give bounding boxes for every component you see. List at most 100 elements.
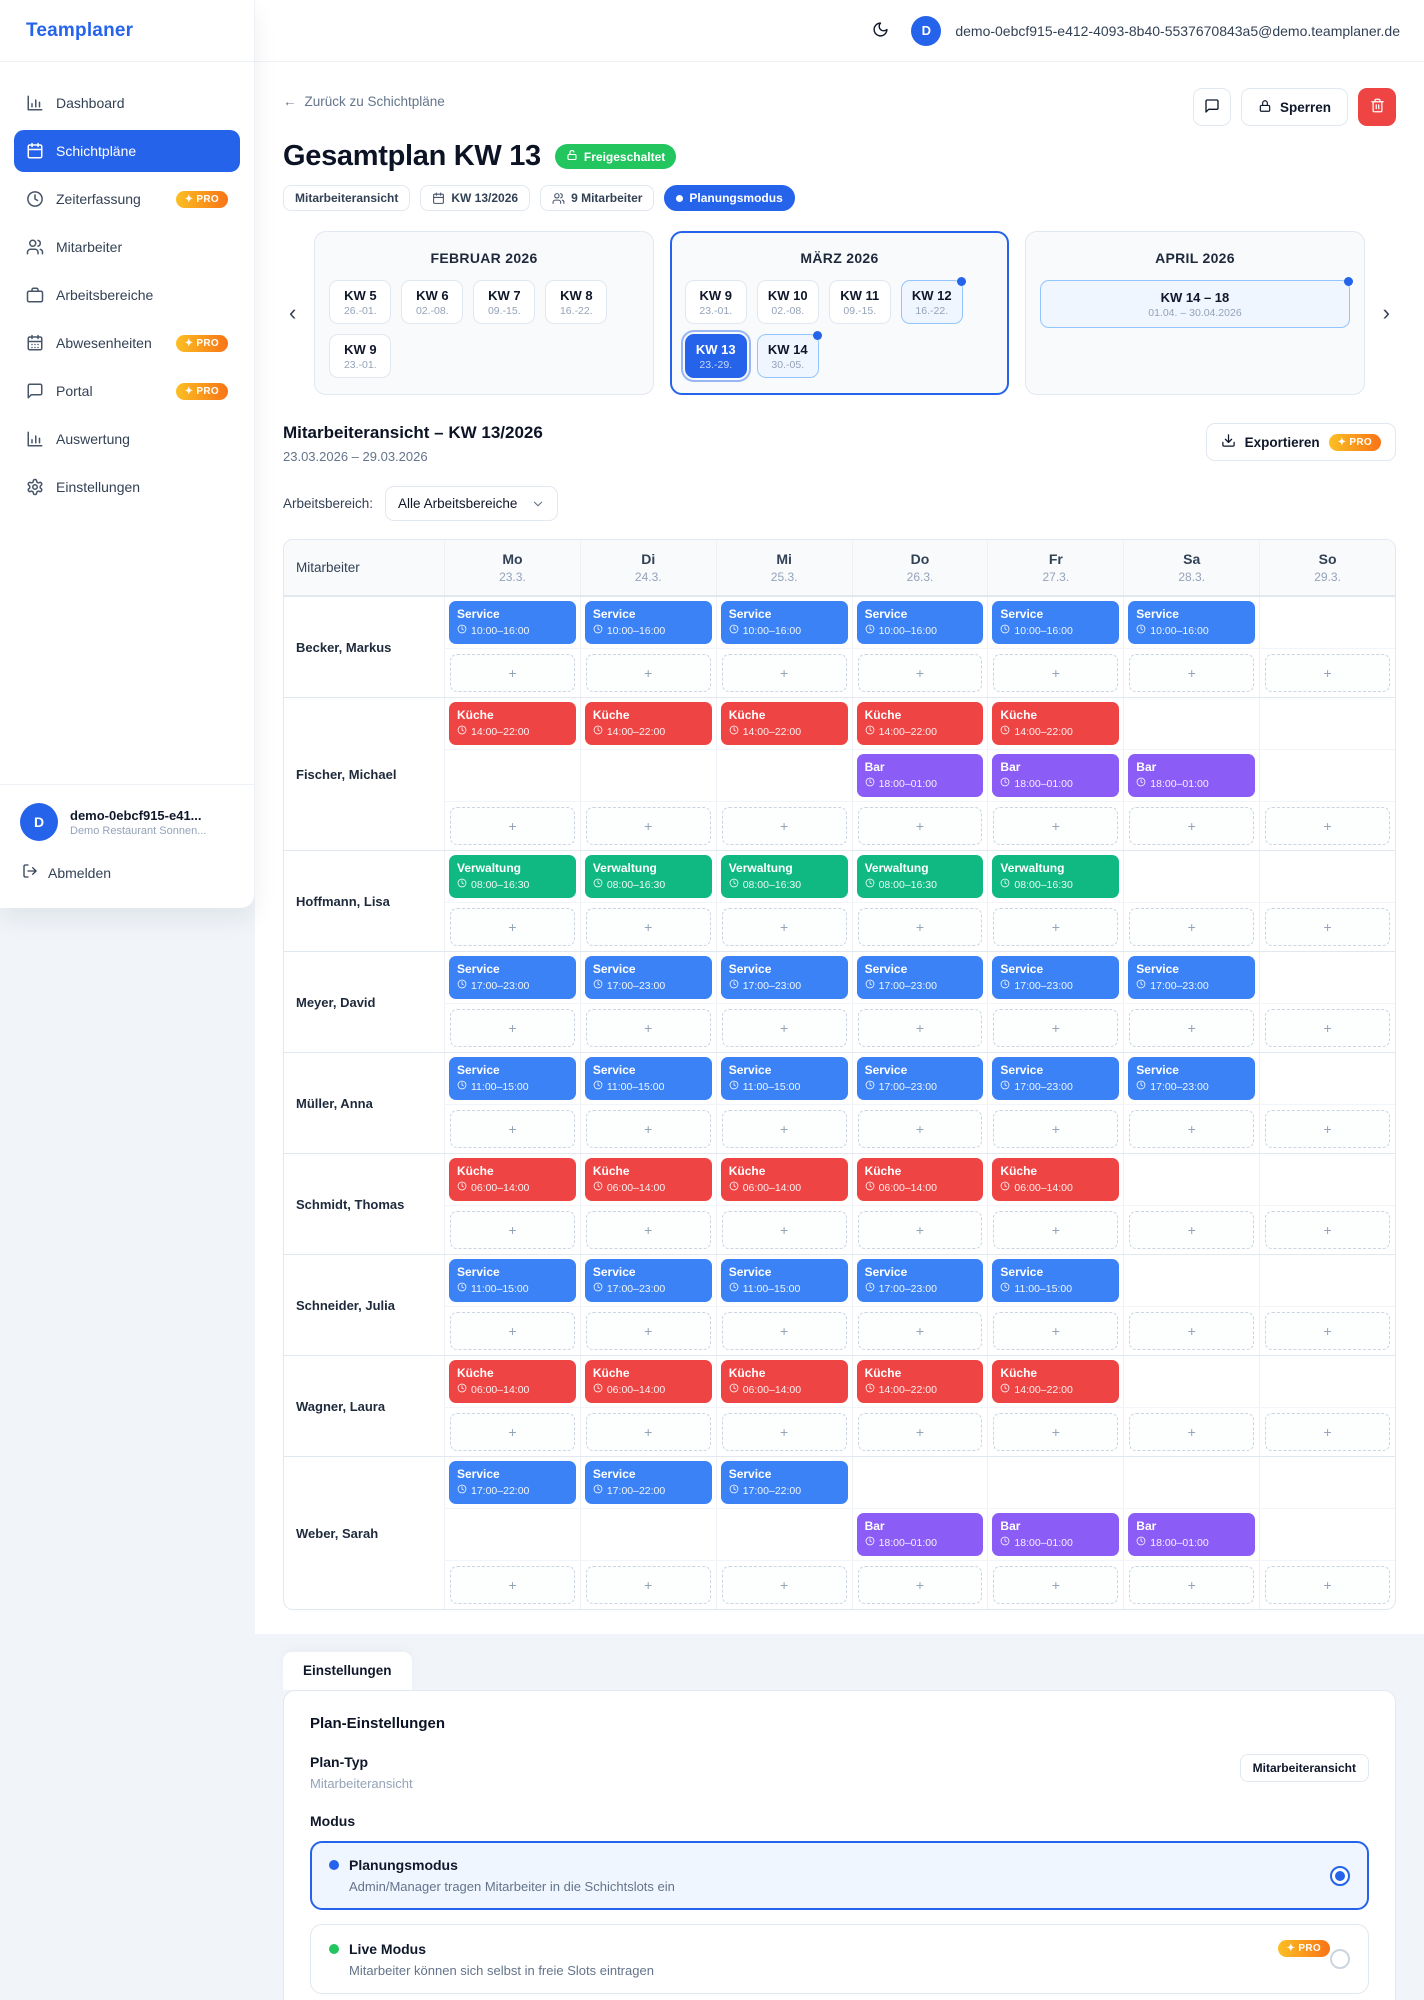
add-shift-slot[interactable]: + — [1265, 1009, 1390, 1047]
shift-chip[interactable]: Verwaltung08:00–16:30 — [857, 855, 984, 898]
sperren-button[interactable]: Sperren — [1241, 88, 1348, 126]
add-shift-slot[interactable]: + — [1265, 1211, 1390, 1249]
chat-button[interactable] — [1193, 88, 1231, 126]
add-shift-slot[interactable]: + — [722, 1413, 847, 1451]
add-shift-slot[interactable]: + — [858, 1312, 983, 1350]
shift-chip[interactable]: Küche06:00–14:00 — [721, 1158, 848, 1201]
shift-chip[interactable]: Küche14:00–22:00 — [992, 1360, 1119, 1403]
shift-chip[interactable]: Küche14:00–22:00 — [992, 702, 1119, 745]
add-shift-slot[interactable]: + — [993, 908, 1118, 946]
sidebar-item-arbeitsbereiche[interactable]: Arbeitsbereiche — [14, 274, 240, 316]
week-button[interactable]: KW 923.-01. — [329, 334, 391, 378]
add-shift-slot[interactable]: + — [993, 1009, 1118, 1047]
add-shift-slot[interactable]: + — [722, 654, 847, 692]
shift-chip[interactable]: Bar18:00–01:00 — [992, 1513, 1119, 1556]
shift-chip[interactable]: Verwaltung08:00–16:30 — [449, 855, 576, 898]
shift-chip[interactable]: Service10:00–16:00 — [992, 601, 1119, 644]
shift-chip[interactable]: Bar18:00–01:00 — [992, 754, 1119, 797]
sidebar-item-auswertung[interactable]: Auswertung — [14, 418, 240, 460]
shift-chip[interactable]: Service17:00–23:00 — [585, 1259, 712, 1302]
add-shift-slot[interactable]: + — [586, 1413, 711, 1451]
add-shift-slot[interactable]: + — [993, 1566, 1118, 1604]
week-button[interactable]: KW 1323.-29. — [685, 334, 747, 378]
add-shift-slot[interactable]: + — [993, 1312, 1118, 1350]
shift-chip[interactable]: Service17:00–23:00 — [721, 956, 848, 999]
shift-chip[interactable]: Verwaltung08:00–16:30 — [585, 855, 712, 898]
add-shift-slot[interactable]: + — [993, 654, 1118, 692]
shift-chip[interactable]: Küche06:00–14:00 — [449, 1360, 576, 1403]
add-shift-slot[interactable]: + — [858, 1009, 983, 1047]
add-shift-slot[interactable]: + — [1129, 1413, 1254, 1451]
shift-chip[interactable]: Service11:00–15:00 — [449, 1057, 576, 1100]
add-shift-slot[interactable]: + — [450, 1110, 575, 1148]
shift-chip[interactable]: Verwaltung08:00–16:30 — [992, 855, 1119, 898]
add-shift-slot[interactable]: + — [450, 908, 575, 946]
shift-chip[interactable]: Service17:00–23:00 — [857, 956, 984, 999]
shift-chip[interactable]: Küche06:00–14:00 — [585, 1158, 712, 1201]
logout-button[interactable]: Abmelden — [0, 849, 254, 908]
shift-chip[interactable]: Service17:00–23:00 — [585, 956, 712, 999]
week-button[interactable]: KW 526.-01. — [329, 280, 391, 324]
add-shift-slot[interactable]: + — [1265, 1413, 1390, 1451]
add-shift-slot[interactable]: + — [586, 1110, 711, 1148]
add-shift-slot[interactable]: + — [722, 1009, 847, 1047]
add-shift-slot[interactable]: + — [586, 1566, 711, 1604]
export-button[interactable]: Exportieren ✦ PRO — [1206, 423, 1396, 461]
sidebar-item-mitarbeiter[interactable]: Mitarbeiter — [14, 226, 240, 268]
add-shift-slot[interactable]: + — [722, 1211, 847, 1249]
mode-option-planungsmodus[interactable]: PlanungsmodusAdmin/Manager tragen Mitarb… — [310, 1841, 1369, 1910]
add-shift-slot[interactable]: + — [1265, 654, 1390, 692]
mode-option-live-modus[interactable]: Live Modus✦ PROMitarbeiter können sich s… — [310, 1924, 1369, 1994]
back-link[interactable]: ← Zurück zu Schichtpläne — [283, 88, 445, 109]
add-shift-slot[interactable]: + — [993, 1413, 1118, 1451]
shift-chip[interactable]: Bar18:00–01:00 — [857, 754, 984, 797]
shift-chip[interactable]: Küche14:00–22:00 — [449, 702, 576, 745]
sidebar-item-abwesenheiten[interactable]: Abwesenheiten✦ PRO — [14, 322, 240, 364]
add-shift-slot[interactable]: + — [1265, 908, 1390, 946]
week-button[interactable]: KW 14 – 1801.04. – 30.04.2026 — [1040, 280, 1349, 328]
shift-chip[interactable]: Service11:00–15:00 — [449, 1259, 576, 1302]
add-shift-slot[interactable]: + — [450, 1009, 575, 1047]
dark-mode-toggle[interactable] — [863, 14, 897, 48]
add-shift-slot[interactable]: + — [1129, 1009, 1254, 1047]
add-shift-slot[interactable]: + — [722, 807, 847, 845]
add-shift-slot[interactable]: + — [858, 1211, 983, 1249]
shift-chip[interactable]: Verwaltung08:00–16:30 — [721, 855, 848, 898]
shift-chip[interactable]: Küche06:00–14:00 — [449, 1158, 576, 1201]
shift-chip[interactable]: Küche06:00–14:00 — [857, 1158, 984, 1201]
add-shift-slot[interactable]: + — [1265, 1566, 1390, 1604]
add-shift-slot[interactable]: + — [1129, 1312, 1254, 1350]
add-shift-slot[interactable]: + — [1265, 1110, 1390, 1148]
shift-chip[interactable]: Service17:00–23:00 — [992, 956, 1119, 999]
shift-chip[interactable]: Service17:00–23:00 — [1128, 1057, 1255, 1100]
delete-button[interactable] — [1358, 88, 1396, 126]
add-shift-slot[interactable]: + — [1129, 1110, 1254, 1148]
add-shift-slot[interactable]: + — [1129, 1211, 1254, 1249]
mode-radio[interactable] — [1330, 1866, 1350, 1886]
add-shift-slot[interactable]: + — [858, 1566, 983, 1604]
add-shift-slot[interactable]: + — [586, 654, 711, 692]
add-shift-slot[interactable]: + — [993, 807, 1118, 845]
shift-chip[interactable]: Service11:00–15:00 — [992, 1259, 1119, 1302]
add-shift-slot[interactable]: + — [1265, 1312, 1390, 1350]
add-shift-slot[interactable]: + — [1265, 807, 1390, 845]
avatar[interactable]: D — [911, 16, 941, 46]
shift-chip[interactable]: Service11:00–15:00 — [721, 1259, 848, 1302]
shift-chip[interactable]: Service10:00–16:00 — [857, 601, 984, 644]
week-button[interactable]: KW 923.-01. — [685, 280, 747, 324]
week-button[interactable]: KW 1216.-22. — [901, 280, 963, 324]
shift-chip[interactable]: Küche14:00–22:00 — [857, 702, 984, 745]
add-shift-slot[interactable]: + — [1129, 1566, 1254, 1604]
add-shift-slot[interactable]: + — [1129, 908, 1254, 946]
shift-chip[interactable]: Küche06:00–14:00 — [992, 1158, 1119, 1201]
week-button[interactable]: KW 602.-08. — [401, 280, 463, 324]
shift-chip[interactable]: Bar18:00–01:00 — [1128, 754, 1255, 797]
shift-chip[interactable]: Küche14:00–22:00 — [857, 1360, 984, 1403]
shift-chip[interactable]: Service11:00–15:00 — [585, 1057, 712, 1100]
add-shift-slot[interactable]: + — [586, 1211, 711, 1249]
add-shift-slot[interactable]: + — [1129, 807, 1254, 845]
shift-chip[interactable]: Service17:00–23:00 — [992, 1057, 1119, 1100]
add-shift-slot[interactable]: + — [586, 807, 711, 845]
shift-chip[interactable]: Küche14:00–22:00 — [721, 702, 848, 745]
shift-chip[interactable]: Service17:00–22:00 — [721, 1461, 848, 1504]
